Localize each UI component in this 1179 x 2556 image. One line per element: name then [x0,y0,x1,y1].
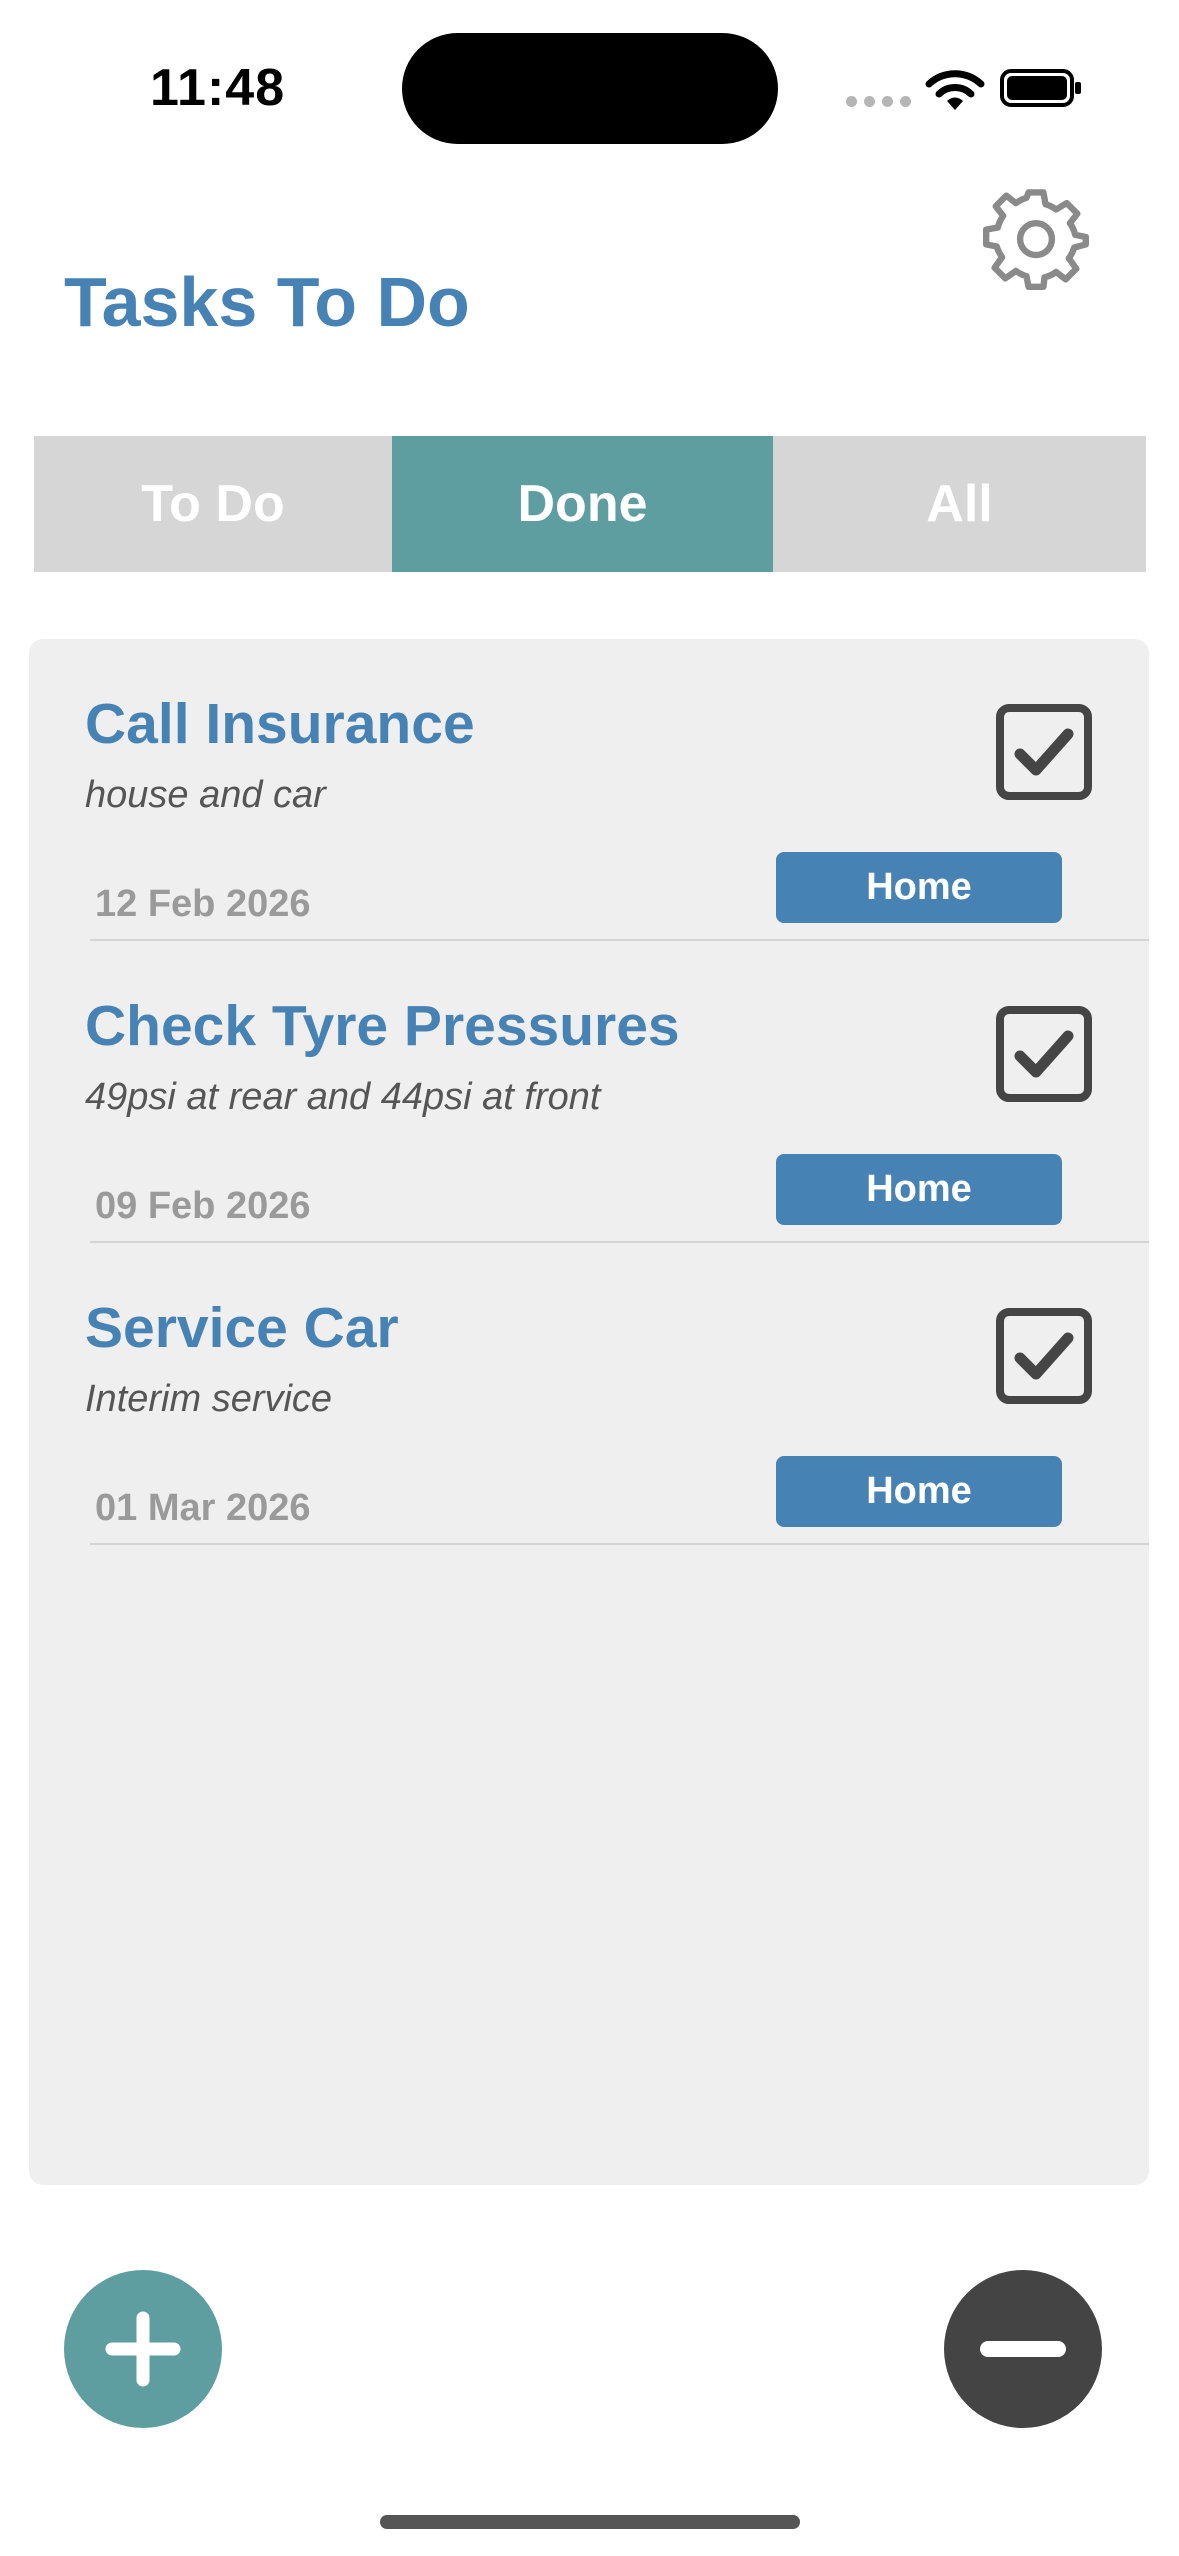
dynamic-island [402,33,778,144]
task-row[interactable]: Check Tyre Pressures 49psi at rear and 4… [29,941,1149,1243]
task-row[interactable]: Service Car Interim service 01 Mar 2026 … [29,1243,1149,1545]
battery-icon [1000,69,1081,107]
status-time: 11:48 [150,59,286,117]
plus-icon [105,2311,181,2387]
task-list[interactable]: Call Insurance house and car 12 Feb 2026… [29,639,1149,2185]
task-category-tag[interactable]: Home [776,1456,1062,1527]
task-note: house and car [85,774,326,816]
home-indicator[interactable] [380,2515,800,2529]
row-divider [90,1543,1149,1545]
task-title: Service Car [85,1296,399,1360]
tab-done[interactable]: Done [392,436,773,572]
task-row[interactable]: Call Insurance house and car 12 Feb 2026… [29,639,1149,941]
task-date: 01 Mar 2026 [95,1487,311,1529]
settings-gear-icon[interactable] [983,184,1089,290]
filter-segmented-control: To Do Done All [34,436,1146,572]
checked-checkbox-icon[interactable] [996,1308,1092,1404]
cellular-signal-icon [846,96,911,107]
tab-to-do[interactable]: To Do [34,436,392,572]
add-task-button[interactable] [64,2270,222,2428]
task-date: 12 Feb 2026 [95,883,311,925]
task-date: 09 Feb 2026 [95,1185,311,1227]
task-title: Check Tyre Pressures [85,994,680,1058]
minus-icon [980,2341,1066,2357]
task-title: Call Insurance [85,692,475,756]
wifi-icon [925,70,985,110]
tab-all[interactable]: All [773,436,1146,572]
checked-checkbox-icon[interactable] [996,1006,1092,1102]
task-note: Interim service [85,1378,333,1420]
page-title: Tasks To Do [64,263,470,341]
checked-checkbox-icon[interactable] [996,704,1092,800]
task-category-tag[interactable]: Home [776,1154,1062,1225]
task-note: 49psi at rear and 44psi at front [85,1076,601,1118]
remove-task-button[interactable] [944,2270,1102,2428]
task-category-tag[interactable]: Home [776,852,1062,923]
